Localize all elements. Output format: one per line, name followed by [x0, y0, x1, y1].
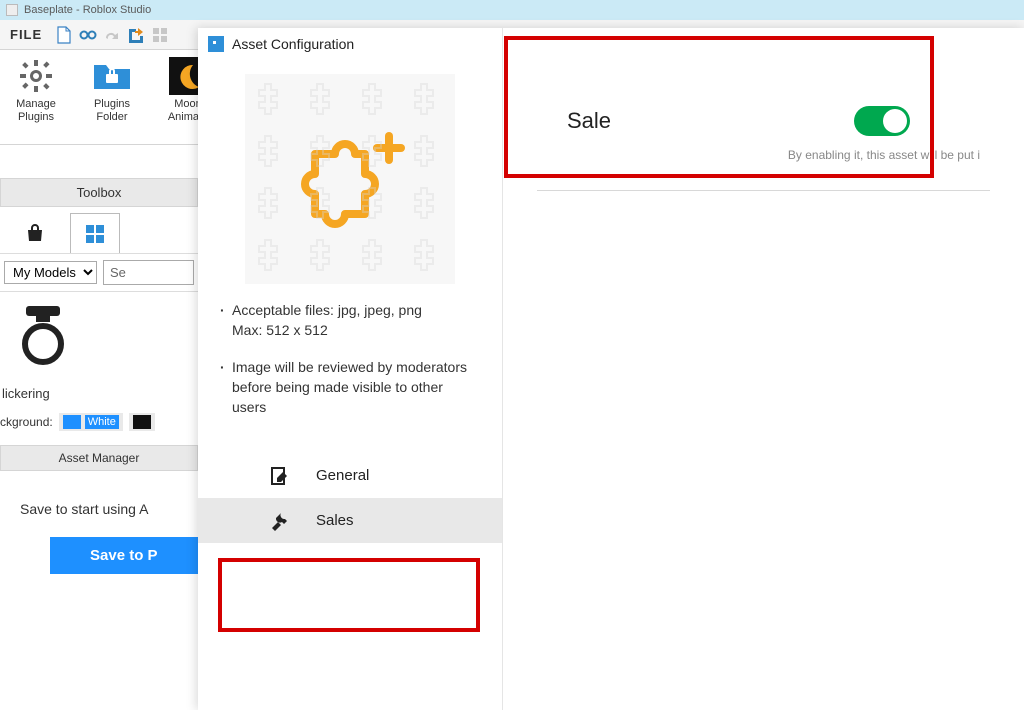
- dialog-nav: General Sales: [198, 453, 502, 543]
- redo-icon[interactable]: [102, 25, 122, 45]
- tools-icon: [268, 510, 290, 532]
- category-select[interactable]: My Models: [4, 261, 97, 284]
- folder-icon: [92, 56, 132, 96]
- thumbnail-upload[interactable]: [245, 74, 455, 284]
- toolbox-header: Toolbox: [0, 178, 198, 207]
- plugins-folder-button[interactable]: Plugins Folder: [80, 56, 144, 124]
- dialog-app-icon: [208, 36, 224, 52]
- pattern-bg: [245, 74, 455, 284]
- note-formats: Acceptable files: jpg, jpeg, png Max: 51…: [232, 300, 472, 341]
- export-icon[interactable]: [126, 25, 146, 45]
- sale-toggle[interactable]: [854, 106, 910, 136]
- nav-label: General: [316, 467, 369, 484]
- bulb-icon: [8, 302, 78, 372]
- grid-icon[interactable]: [150, 25, 170, 45]
- find-icon[interactable]: [78, 25, 98, 45]
- asset-manager-hint: Save to start using A: [0, 471, 198, 537]
- note-moderation: Image will be reviewed by moderators bef…: [232, 357, 472, 418]
- dialog-sidebar: Asset Configuration Acceptab: [198, 28, 503, 710]
- bg-white-chip[interactable]: White: [59, 413, 123, 431]
- asset-configuration-dialog: Asset Configuration Acceptab: [198, 28, 1024, 710]
- ribbon-item-label: Plugins Folder: [80, 98, 144, 124]
- gear-icon: [16, 56, 56, 96]
- asset-manager-header: Asset Manager: [0, 445, 198, 471]
- tab-inventory[interactable]: [70, 213, 120, 253]
- background-label: ckground:: [0, 415, 53, 429]
- background-row: ckground: White: [0, 409, 198, 435]
- dialog-content: Sale By enabling it, this asset will be …: [503, 28, 1024, 710]
- bg-black-chip[interactable]: [129, 413, 155, 431]
- menu-file[interactable]: FILE: [0, 27, 52, 42]
- nav-label: Sales: [316, 512, 354, 529]
- document-edit-icon: [268, 465, 290, 487]
- divider: [537, 190, 990, 191]
- toolbox-filter-row: My Models Se: [0, 253, 198, 292]
- asset-thumbnail[interactable]: [0, 292, 198, 382]
- nav-sales[interactable]: Sales: [198, 498, 502, 543]
- nav-general[interactable]: General: [198, 453, 502, 498]
- save-button[interactable]: Save to P: [50, 537, 198, 574]
- window-title: Baseplate - Roblox Studio: [24, 4, 151, 16]
- bag-icon: [24, 223, 46, 243]
- search-input[interactable]: Se: [103, 260, 194, 285]
- asset-label: lickering: [0, 382, 198, 409]
- app-icon: [6, 4, 18, 16]
- toolbox-tabs: [0, 207, 198, 253]
- manage-plugins-button[interactable]: Manage Plugins: [4, 56, 68, 124]
- sale-help-text: By enabling it, this asset will be put i: [537, 144, 990, 184]
- tab-marketplace[interactable]: [10, 213, 60, 253]
- left-panel: Toolbox My Models Se lickering ckground:…: [0, 145, 198, 710]
- sale-row: Sale: [537, 28, 990, 144]
- dialog-title: Asset Configuration: [232, 36, 354, 52]
- sale-label: Sale: [567, 108, 611, 134]
- upload-notes: Acceptable files: jpg, jpeg, png Max: 51…: [198, 300, 502, 433]
- new-file-icon[interactable]: [54, 25, 74, 45]
- grid-icon: [85, 224, 105, 244]
- dialog-title-row: Asset Configuration: [198, 28, 502, 60]
- window-titlebar: Baseplate - Roblox Studio: [0, 0, 1024, 20]
- ribbon-item-label: Manage Plugins: [4, 98, 68, 124]
- toggle-knob: [883, 109, 907, 133]
